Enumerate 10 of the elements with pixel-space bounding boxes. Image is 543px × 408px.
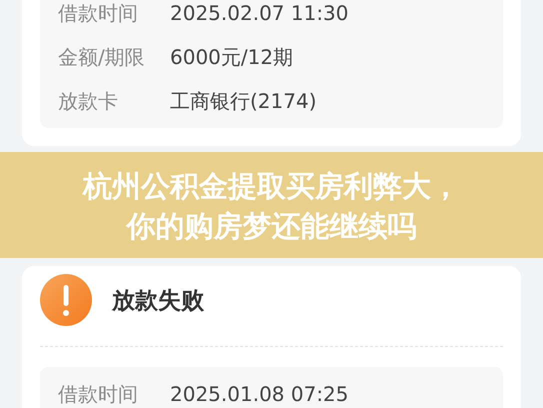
status-title: 放款失败	[112, 286, 204, 316]
headline: 杭州公积金提取买房利弊大， 你的购房梦还能继续吗	[83, 168, 460, 245]
field-value: 2025.02.07 11:30	[170, 0, 349, 26]
field-label: 放款卡	[58, 88, 119, 114]
field-label: 借款时间	[58, 0, 139, 26]
field-value: 6000元/12期	[170, 44, 294, 70]
field-value: 2025.01.08 07:25	[170, 381, 349, 407]
field-label: 金额/期限	[58, 44, 146, 70]
field-label: 借款时间	[58, 381, 139, 407]
field-value: 工商银行(2174)	[170, 88, 317, 114]
